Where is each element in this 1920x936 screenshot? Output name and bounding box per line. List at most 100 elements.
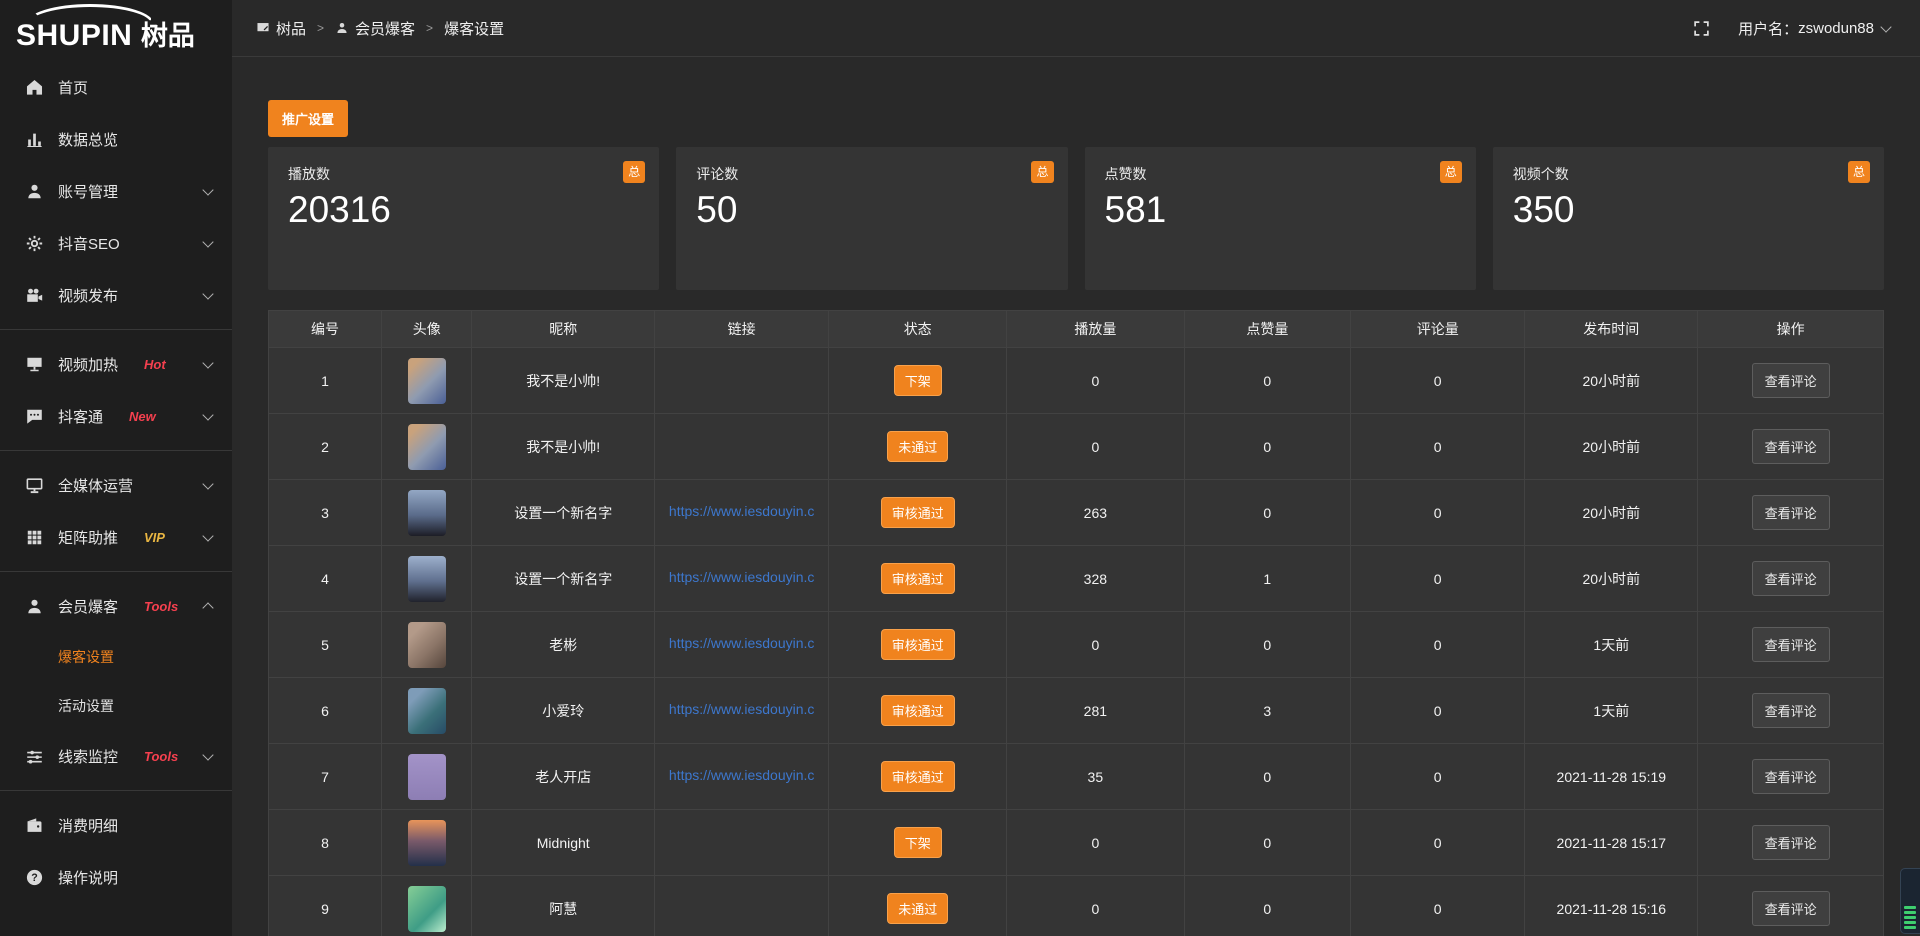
cell-action: 查看评论 [1698,744,1884,810]
status-button[interactable]: 审核通过 [881,695,955,726]
video-link[interactable]: https://www.iesdouyin.c [669,569,815,585]
sidebar-item-member-baoke[interactable]: 会员爆客Tools [0,580,232,632]
cell-link [654,810,828,876]
status-button[interactable]: 未通过 [887,431,948,462]
cell-comments: 0 [1351,612,1525,678]
user-icon [24,596,44,616]
sidebar-subitem-activity-settings[interactable]: 活动设置 [0,681,232,730]
status-button[interactable]: 下架 [894,365,942,396]
user-icon [24,181,44,201]
sidebar-item-video-publish[interactable]: 视频发布 [0,269,232,321]
total-badge: 总 [1848,161,1870,183]
view-comments-button[interactable]: 查看评论 [1752,561,1830,596]
view-comments-button[interactable]: 查看评论 [1752,891,1830,926]
chevron-down-icon [202,749,213,760]
breadcrumb-label: 树品 [276,18,306,39]
cell-link [654,348,828,414]
chevron-down-icon [202,236,213,247]
status-button[interactable]: 审核通过 [881,629,955,660]
sidebar-nav: 首页数据总览账号管理抖音SEO视频发布视频加热Hot抖客通New 全媒体运营矩阵助… [0,57,232,903]
view-comments-button[interactable]: 查看评论 [1752,363,1830,398]
sidebar-item-douyin-seo[interactable]: 抖音SEO [0,217,232,269]
user-icon [335,21,349,35]
status-button[interactable]: 未通过 [887,893,948,924]
breadcrumb: 树品>会员爆客>爆客设置 [256,18,504,39]
sliders-icon [24,746,44,766]
view-comments-button[interactable]: 查看评论 [1752,495,1830,530]
fullscreen-icon[interactable] [1693,20,1710,37]
user-menu[interactable]: 用户名： zswodun88 [1738,18,1890,39]
sidebar-item-media-operation[interactable]: 全媒体运营 [0,459,232,511]
cell-status: 审核通过 [829,744,1007,810]
breadcrumb-item-0[interactable]: 树品 [256,18,306,39]
sidebar-item-badge: Tools [144,749,178,764]
cell-avatar [382,546,472,612]
cell-avatar [382,678,472,744]
sidebar-divider [0,790,232,791]
cell-avatar [382,612,472,678]
sidebar-subitem-baoke-settings[interactable]: 爆客设置 [0,632,232,681]
sidebar-item-operation-guide[interactable]: ? 操作说明 [0,851,232,903]
chat-icon [24,406,44,426]
svg-text:?: ? [31,872,38,884]
stat-card-likes: 点赞数总581 [1085,147,1476,290]
breadcrumb-item-1[interactable]: 会员爆客 [335,18,415,39]
sidebar-item-label: 操作说明 [58,867,118,888]
cell-nickname: 设置一个新名字 [472,480,654,546]
view-comments-button[interactable]: 查看评论 [1752,627,1830,662]
sidebar-item-clue-monitor[interactable]: 线索监控Tools [0,730,232,782]
breadcrumb-item-2[interactable]: 爆客设置 [444,18,504,39]
col-header-action: 操作 [1698,311,1884,348]
cell-action: 查看评论 [1698,414,1884,480]
sidebar-item-home[interactable]: 首页 [0,61,232,113]
sidebar-item-data-overview[interactable]: 数据总览 [0,113,232,165]
cell-id: 8 [269,810,382,876]
table-row: 7老人开店https://www.iesdouyin.c审核通过35002021… [269,744,1884,810]
sidebar-item-label: 抖客通 [58,406,103,427]
cell-time: 1天前 [1525,678,1698,744]
sidebar-item-account[interactable]: 账号管理 [0,165,232,217]
video-link[interactable]: https://www.iesdouyin.c [669,701,815,717]
cell-status: 审核通过 [829,612,1007,678]
cell-nickname: 老人开店 [472,744,654,810]
floating-status-widget[interactable] [1900,868,1920,934]
cell-id: 3 [269,480,382,546]
video-link[interactable]: https://www.iesdouyin.c [669,503,815,519]
logo-text-cn: 树品 [141,21,195,51]
view-comments-button[interactable]: 查看评论 [1752,759,1830,794]
stat-card-label: 点赞数 [1105,164,1456,184]
video-link[interactable]: https://www.iesdouyin.c [669,767,815,783]
cell-id: 4 [269,546,382,612]
cell-nickname: 小爱玲 [472,678,654,744]
status-button[interactable]: 下架 [894,827,942,858]
status-button[interactable]: 审核通过 [881,761,955,792]
status-button[interactable]: 审核通过 [881,497,955,528]
cell-plays: 0 [1007,414,1185,480]
cell-time: 2021-11-28 15:17 [1525,810,1698,876]
cell-likes: 0 [1184,612,1350,678]
cell-nickname: 我不是小帅! [472,414,654,480]
sidebar-item-badge: Tools [144,599,178,614]
table-row: 1我不是小帅!下架00020小时前查看评论 [269,348,1884,414]
cell-comments: 0 [1351,546,1525,612]
sidebar-item-consumption-detail[interactable]: 消费明细 [0,799,232,851]
view-comments-button[interactable]: 查看评论 [1752,825,1830,860]
cell-avatar [382,348,472,414]
cell-nickname: Midnight [472,810,654,876]
topbar-right: 用户名： zswodun88 [1693,18,1890,39]
sidebar-item-video-heat[interactable]: 视频加热Hot [0,338,232,390]
table-header-row: 编号头像昵称链接状态播放量点赞量评论量发布时间操作 [269,311,1884,348]
promo-settings-button[interactable]: 推广设置 [268,100,348,137]
cell-status: 未通过 [829,876,1007,936]
avatar [408,754,446,800]
cell-plays: 0 [1007,876,1185,936]
view-comments-button[interactable]: 查看评论 [1752,693,1830,728]
sidebar-item-matrix-boost[interactable]: 矩阵助推VIP [0,511,232,563]
view-comments-button[interactable]: 查看评论 [1752,429,1830,464]
sidebar-item-douketong[interactable]: 抖客通New [0,390,232,442]
avatar [408,622,446,668]
status-button[interactable]: 审核通过 [881,563,955,594]
cell-likes: 0 [1184,348,1350,414]
video-link[interactable]: https://www.iesdouyin.c [669,635,815,651]
cell-action: 查看评论 [1698,612,1884,678]
